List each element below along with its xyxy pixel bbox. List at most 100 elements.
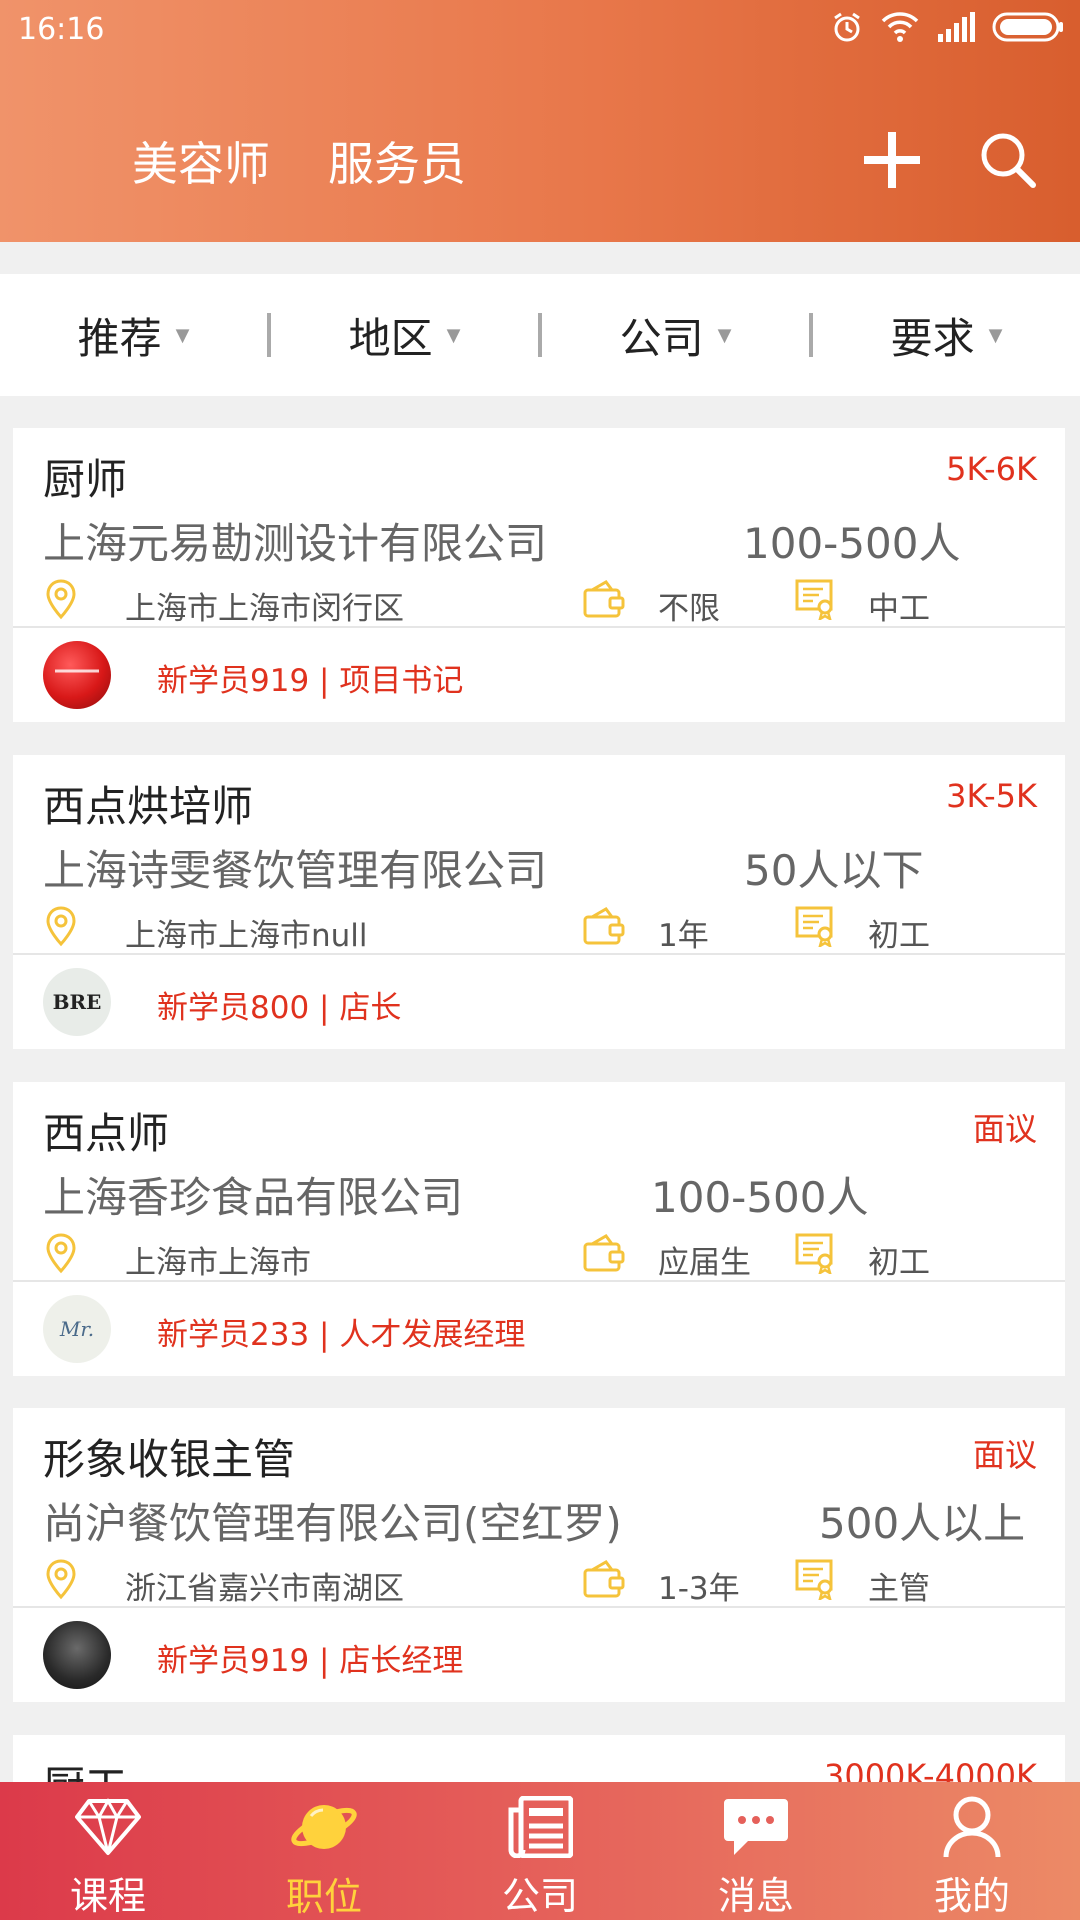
- diamond-icon: [73, 1794, 143, 1859]
- tab-waiter[interactable]: 服务员: [328, 128, 466, 194]
- skill-level: 主管: [868, 1571, 930, 1607]
- job-title: 西点烘培师: [43, 782, 254, 831]
- experience: 1年: [658, 918, 709, 954]
- skill-level: 初工: [868, 1245, 930, 1281]
- job-card-info: 厨工 3000K-4000K: [13, 1735, 1065, 1782]
- job-card-poster: 新学员919 | 店长经理: [13, 1608, 1065, 1702]
- nav-label: 职位: [285, 1875, 362, 1919]
- filter-label: 要求: [890, 313, 975, 363]
- wallet-icon: [581, 578, 627, 620]
- location: 上海市上海市: [125, 1245, 311, 1281]
- filter-company[interactable]: 公司 ▼: [542, 305, 809, 366]
- alarm-icon: [830, 10, 864, 48]
- nav-messages[interactable]: 消息: [648, 1782, 864, 1920]
- header-actions: [860, 128, 1040, 192]
- avatar: BRE: [43, 968, 111, 1036]
- location: 上海市上海市闵行区: [125, 591, 404, 627]
- company-size: 100-500人: [743, 519, 961, 568]
- poster-info: 新学员233 | 人才发展经理: [157, 1317, 526, 1353]
- search-button[interactable]: [976, 128, 1040, 192]
- dropdown-arrow-icon: ▼: [175, 324, 190, 346]
- salary: 3K-5K: [946, 777, 1037, 815]
- job-card-poster: BRE 新学员800 | 店长: [13, 955, 1065, 1049]
- header-tabs: 美容师 服务员: [132, 128, 466, 194]
- job-card-poster: 新学员919 | 项目书记: [13, 628, 1065, 722]
- company-name: 上海诗雯餐饮管理有限公司: [43, 846, 548, 895]
- filter-requirement[interactable]: 要求 ▼: [813, 305, 1080, 366]
- tab-beautician[interactable]: 美容师: [132, 128, 270, 194]
- location: 浙江省嘉兴市南湖区: [125, 1571, 404, 1607]
- skill-level: 初工: [868, 918, 930, 954]
- wallet-icon: [581, 905, 627, 947]
- company-name: 上海元易勘测设计有限公司: [43, 519, 548, 568]
- salary: 面议: [972, 1436, 1037, 1474]
- certificate-icon: [793, 1232, 839, 1274]
- dropdown-arrow-icon: ▼: [446, 324, 461, 346]
- signal-icon: [936, 12, 976, 46]
- experience: 应届生: [658, 1245, 751, 1281]
- job-card-poster: Mr. 新学员233 | 人才发展经理: [13, 1282, 1065, 1376]
- wallet-icon: [581, 1232, 627, 1274]
- salary: 3000K-4000K: [823, 1757, 1037, 1782]
- newspaper-icon: [505, 1794, 575, 1859]
- nav-jobs[interactable]: 职位: [216, 1782, 432, 1920]
- add-button[interactable]: [860, 128, 924, 192]
- certificate-icon: [793, 905, 839, 947]
- location-pin-icon: [41, 1232, 81, 1274]
- certificate-icon: [793, 578, 839, 620]
- dropdown-arrow-icon: ▼: [988, 324, 1003, 346]
- location-pin-icon: [41, 905, 81, 947]
- search-icon: [981, 133, 1036, 188]
- filter-region[interactable]: 地区 ▼: [271, 305, 538, 366]
- avatar: [43, 641, 111, 709]
- nav-profile[interactable]: 我的: [864, 1782, 1080, 1920]
- location-pin-icon: [41, 578, 81, 620]
- bottom-nav: 课程 职位 公司 消息 我的: [0, 1782, 1080, 1920]
- nav-label: 公司: [501, 1874, 578, 1918]
- filter-label: 推荐: [77, 313, 162, 363]
- job-title: 厨工: [43, 1753, 127, 1782]
- salary: 面议: [972, 1110, 1037, 1148]
- job-card[interactable]: 西点烘培师 3K-5K 上海诗雯餐饮管理有限公司 50人以下 上海市上海市nul…: [13, 755, 1065, 1049]
- job-card-info: 形象收银主管 面议 尚沪餐饮管理有限公司(空红罗) 500人以上 浙江省嘉兴市南…: [13, 1408, 1065, 1608]
- nav-label: 课程: [69, 1874, 146, 1918]
- job-card[interactable]: 西点师 面议 上海香珍食品有限公司 100-500人 上海市上海市 应届生 初工…: [13, 1082, 1065, 1376]
- location-pin-icon: [41, 1558, 81, 1600]
- avatar: [43, 1621, 111, 1689]
- company-name: 上海香珍食品有限公司: [43, 1173, 464, 1222]
- salary: 5K-6K: [946, 450, 1037, 488]
- battery-icon: [992, 12, 1064, 46]
- filter-label: 公司: [619, 313, 704, 363]
- person-icon: [937, 1794, 1007, 1859]
- plus-icon: [864, 132, 920, 188]
- job-title: 西点师: [43, 1109, 170, 1158]
- planet-icon: [289, 1794, 359, 1860]
- job-card[interactable]: 厨师 5K-6K 上海元易勘测设计有限公司 100-500人 上海市上海市闵行区…: [13, 428, 1065, 722]
- nav-label: 我的: [933, 1874, 1010, 1918]
- nav-label: 消息: [717, 1874, 794, 1918]
- nav-courses[interactable]: 课程: [0, 1782, 216, 1920]
- experience: 不限: [658, 591, 720, 627]
- poster-info: 新学员800 | 店长: [157, 990, 402, 1026]
- company-size: 500人以上: [819, 1499, 1026, 1548]
- app-header: 16:16 美容师 服务员: [0, 0, 1080, 242]
- nav-company[interactable]: 公司: [432, 1782, 648, 1920]
- status-time: 16:16: [18, 12, 105, 47]
- avatar-logo-text: Mr.: [59, 1317, 95, 1341]
- company-size: 50人以下: [744, 846, 924, 895]
- job-card[interactable]: 厨工 3000K-4000K: [13, 1735, 1065, 1782]
- filter-label: 地区: [348, 313, 433, 363]
- experience: 1-3年: [658, 1571, 740, 1607]
- wallet-icon: [581, 1558, 627, 1600]
- job-card-info: 厨师 5K-6K 上海元易勘测设计有限公司 100-500人 上海市上海市闵行区…: [13, 428, 1065, 628]
- poster-info: 新学员919 | 店长经理: [157, 1643, 464, 1679]
- company-name: 尚沪餐饮管理有限公司(空红罗): [43, 1499, 622, 1548]
- wifi-icon: [880, 11, 920, 47]
- dropdown-arrow-icon: ▼: [717, 324, 732, 346]
- certificate-icon: [793, 1558, 839, 1600]
- job-card[interactable]: 形象收银主管 面议 尚沪餐饮管理有限公司(空红罗) 500人以上 浙江省嘉兴市南…: [13, 1408, 1065, 1702]
- avatar-logo-text: BRE: [52, 990, 102, 1014]
- poster-info: 新学员919 | 项目书记: [157, 663, 464, 699]
- status-bar: 16:16: [0, 0, 1080, 60]
- filter-recommend[interactable]: 推荐 ▼: [0, 305, 267, 366]
